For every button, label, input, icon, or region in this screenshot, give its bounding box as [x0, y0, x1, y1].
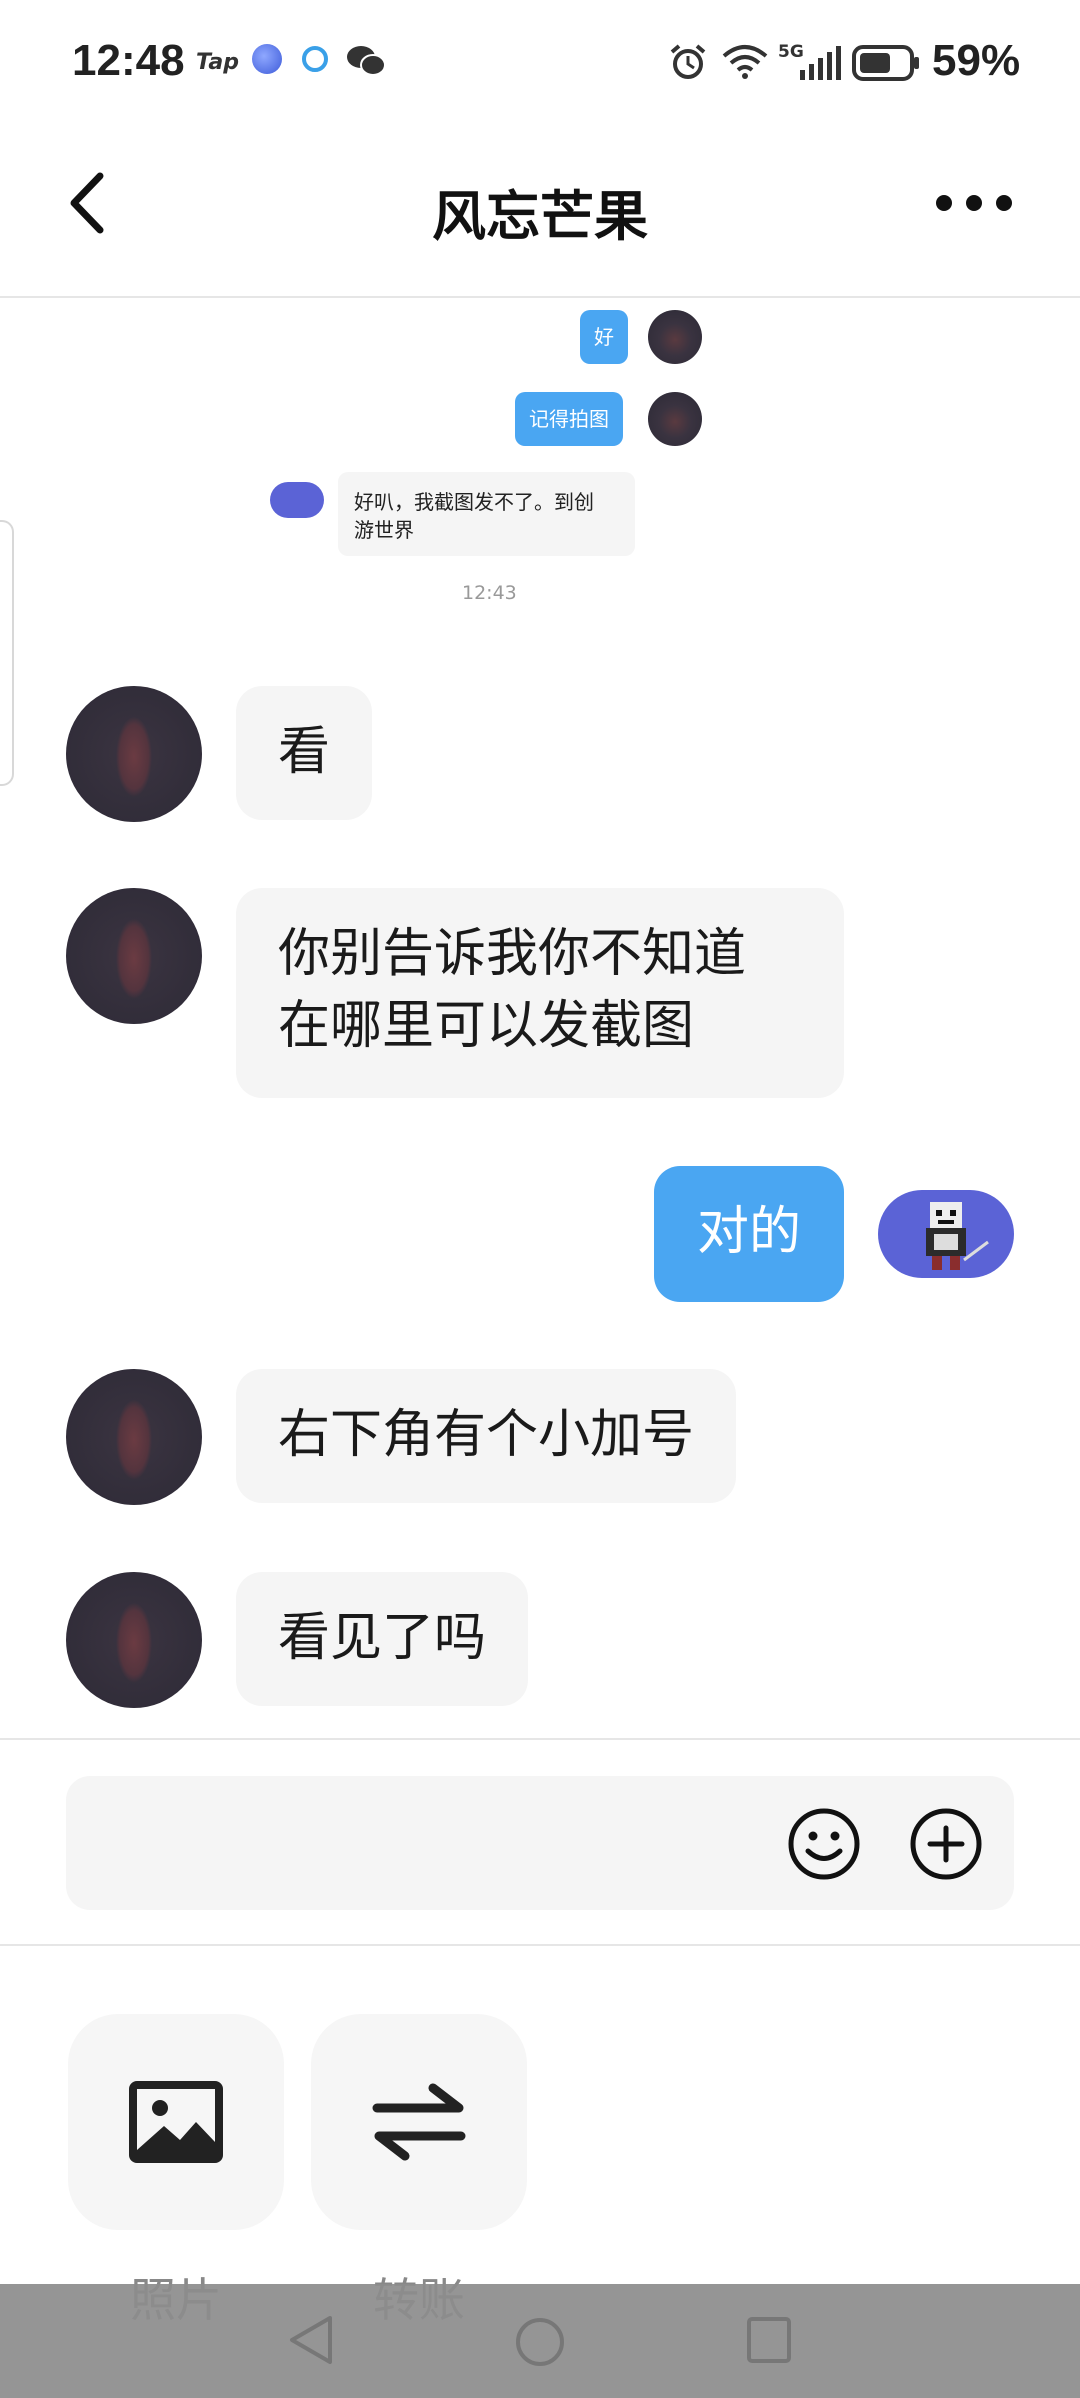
my-avatar[interactable]	[878, 1190, 1014, 1278]
message-line: 你别告诉我你不知道	[278, 924, 747, 984]
preview-avatar	[648, 392, 702, 446]
planet-app-icon	[252, 44, 282, 74]
preview-timestamp: 12:43	[462, 582, 517, 604]
contact-avatar[interactable]	[66, 1572, 202, 1708]
preview-message-3-line1: 好叭，我截图发不了。到创	[354, 490, 594, 514]
preview-message-3-line2: 游世界	[354, 518, 414, 542]
alarm-icon	[670, 44, 706, 79]
plus-circle-icon[interactable]	[908, 1806, 984, 1882]
pixel-skeleton-avatar-icon	[926, 1202, 989, 1270]
contact-avatar[interactable]	[66, 686, 202, 822]
my-message-bubble: 对的	[654, 1166, 844, 1302]
signal-icon	[800, 46, 841, 80]
system-navigation-bar	[0, 2284, 1080, 2398]
preview-my-avatar	[270, 482, 324, 518]
wechat-icon	[347, 46, 386, 76]
wifi-icon	[722, 45, 768, 79]
chat-title: 风忘芒果	[432, 185, 648, 248]
message-bubble: 看	[236, 686, 373, 820]
cctv-app-icon	[302, 46, 328, 72]
photo-tool-button[interactable]	[68, 2014, 284, 2230]
divider	[0, 1738, 1080, 1740]
preview-avatar	[648, 310, 702, 364]
message-line: 在哪里可以发截图	[278, 996, 695, 1056]
preview-message-3: 好叭，我截图发不了。到创 游世界	[338, 472, 635, 556]
status-time: 12:48	[72, 36, 185, 85]
image-icon	[129, 2081, 223, 2163]
message-bubble: 右下角有个小加号	[236, 1369, 737, 1503]
emoji-icon[interactable]	[786, 1806, 862, 1882]
nav-recents-icon[interactable]	[744, 2314, 794, 2366]
message-bubble: 看见了吗	[236, 1572, 529, 1706]
preview-message-1: 好	[580, 310, 628, 364]
status-bar: 12:48 Tap 5G 59%	[0, 0, 1080, 130]
transfer-tool-button[interactable]	[311, 2014, 527, 2230]
floating-side-tab[interactable]	[0, 520, 14, 786]
transfer-arrows-icon	[372, 2083, 466, 2161]
contact-avatar[interactable]	[66, 888, 202, 1024]
nav-back-icon[interactable]	[284, 2312, 338, 2368]
nav-home-icon[interactable]	[512, 2314, 568, 2370]
preview-message-2: 记得拍图	[515, 392, 623, 446]
divider	[0, 1944, 1080, 1946]
battery-percent: 59%	[932, 36, 1021, 85]
battery-icon	[852, 45, 919, 81]
message-input[interactable]	[66, 1776, 1014, 1910]
more-icon[interactable]	[934, 188, 1014, 218]
tap-app-icon: Tap	[196, 50, 239, 75]
contact-avatar[interactable]	[66, 1369, 202, 1505]
message-bubble: 你别告诉我你不知道 在哪里可以发截图	[236, 888, 844, 1098]
